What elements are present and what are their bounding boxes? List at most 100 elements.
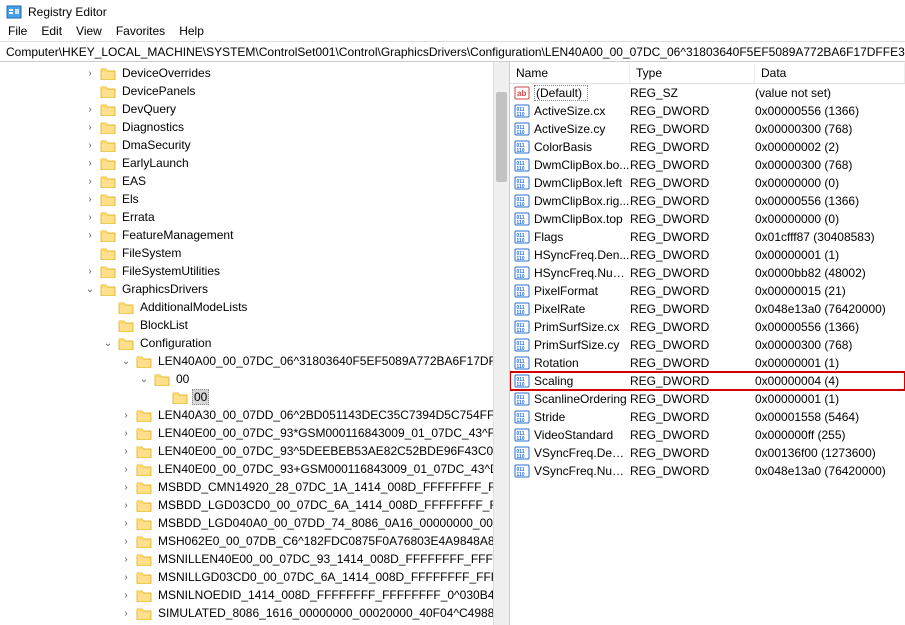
expander-closed-icon[interactable]: ›: [120, 553, 132, 565]
value-row[interactable]: 011110StrideREG_DWORD0x00001558 (5464): [510, 408, 905, 426]
value-row[interactable]: 011110DwmClipBox.topREG_DWORD0x00000000 …: [510, 210, 905, 228]
tree-item[interactable]: › MSNILLGD03CD0_00_07DC_6A_1414_008D_FFFF…: [116, 568, 493, 586]
expander-closed-icon[interactable]: ›: [84, 211, 96, 223]
tree-item[interactable]: ›DeviceOverrides: [80, 64, 493, 82]
tree-item-label: Errata: [120, 210, 157, 224]
menu-help[interactable]: Help: [179, 24, 204, 37]
tree-item[interactable]: BlockList: [98, 316, 493, 334]
menu-file[interactable]: File: [8, 24, 27, 37]
expander-closed-icon[interactable]: ›: [120, 517, 132, 529]
tree-item[interactable]: ›DevQuery: [80, 100, 493, 118]
value-row[interactable]: 011110HSyncFreq.Num...REG_DWORD0x0000bb8…: [510, 264, 905, 282]
col-header-data[interactable]: Data: [755, 63, 905, 83]
expander-closed-icon[interactable]: ›: [84, 121, 96, 133]
scrollbar-thumb[interactable]: [496, 92, 507, 182]
expander-closed-icon[interactable]: ›: [84, 157, 96, 169]
value-row[interactable]: 011110PixelRateREG_DWORD0x048e13a0 (7642…: [510, 300, 905, 318]
tree-item[interactable]: ›MSBDD_LGD03CD0_00_07DC_6A_1414_008D_FFF…: [116, 496, 493, 514]
value-name: VSyncFreq.Deno...: [534, 446, 630, 460]
tree-item[interactable]: ⌄LEN40A00_00_07DC_06^31803640F5EF5089A77…: [116, 352, 493, 370]
expander-open-icon[interactable]: ⌄: [102, 337, 114, 349]
tree-item-selected[interactable]: 00: [152, 388, 493, 406]
expander-closed-icon[interactable]: ›: [120, 571, 132, 583]
value-row[interactable]: 011110PixelFormatREG_DWORD0x00000015 (21…: [510, 282, 905, 300]
value-type: REG_DWORD: [630, 302, 755, 316]
expander-closed-icon[interactable]: ›: [84, 229, 96, 241]
value-name: PrimSurfSize.cx: [534, 320, 630, 334]
tree-scrollbar[interactable]: [493, 62, 509, 625]
expander-closed-icon[interactable]: ›: [120, 607, 132, 619]
tree-item-label: MSNILLGD03CD0_00_07DC_6A_1414_008D_FFFFF…: [156, 570, 493, 584]
svg-text:110: 110: [517, 400, 525, 406]
expander-closed-icon[interactable]: ›: [120, 499, 132, 511]
value-row[interactable]: 011110ActiveSize.cyREG_DWORD0x00000300 (…: [510, 120, 905, 138]
expander-closed-icon[interactable]: ›: [120, 481, 132, 493]
tree-item[interactable]: ⌄00: [134, 370, 493, 388]
tree-item[interactable]: ›LEN40E00_00_07DC_93^5DEEBEB53AE82C52BDE…: [116, 442, 493, 460]
tree-item-configuration[interactable]: ⌄Configuration: [98, 334, 493, 352]
expander-closed-icon[interactable]: ›: [120, 445, 132, 457]
tree-item[interactable]: ›FileSystemUtilities: [80, 262, 493, 280]
tree-item[interactable]: FileSystem: [80, 244, 493, 262]
tree-item[interactable]: ›MSNILLEN40E00_00_07DC_93_1414_008D_FFFF…: [116, 550, 493, 568]
tree-item[interactable]: ›MSH062E0_00_07DB_C6^182FDC0875F0A76803E…: [116, 532, 493, 550]
tree-item[interactable]: ›EAS: [80, 172, 493, 190]
value-row[interactable]: ab(Default)REG_SZ(value not set): [510, 84, 905, 102]
tree-item[interactable]: ›SIMULATED_8086_1616_00000000_00020000_4…: [116, 604, 493, 622]
tree-item-graphicsdrivers[interactable]: ⌄GraphicsDrivers: [80, 280, 493, 298]
value-row[interactable]: 011110FlagsREG_DWORD0x01cfff87 (30408583…: [510, 228, 905, 246]
expander-closed-icon[interactable]: ›: [120, 535, 132, 547]
expander-closed-icon[interactable]: ›: [120, 463, 132, 475]
tree-item[interactable]: ›LEN40E00_00_07DC_93*GSM000116843009_01_…: [116, 424, 493, 442]
tree-item[interactable]: ›FeatureManagement: [80, 226, 493, 244]
tree-item[interactable]: DevicePanels: [80, 82, 493, 100]
value-type: REG_DWORD: [630, 446, 755, 460]
menu-edit[interactable]: Edit: [41, 24, 62, 37]
tree-item[interactable]: ›Diagnostics: [80, 118, 493, 136]
tree-item[interactable]: ›MSNILNOEDID_1414_008D_FFFFFFFF_FFFFFFFF…: [116, 586, 493, 604]
expander-closed-icon[interactable]: ›: [84, 265, 96, 277]
value-row[interactable]: 011110DwmClipBox.bo...REG_DWORD0x0000030…: [510, 156, 905, 174]
value-row[interactable]: 011110PrimSurfSize.cxREG_DWORD0x00000556…: [510, 318, 905, 336]
expander-open-icon[interactable]: ⌄: [84, 283, 96, 295]
tree-item[interactable]: ›MSBDD_LGD040A0_00_07DD_74_8086_0A16_000…: [116, 514, 493, 532]
value-row[interactable]: 011110ScalingREG_DWORD0x00000004 (4): [510, 372, 905, 390]
expander-open-icon[interactable]: ⌄: [138, 373, 150, 385]
menu-favorites[interactable]: Favorites: [116, 24, 165, 37]
tree-item[interactable]: AdditionalModeLists: [98, 298, 493, 316]
value-data: 0x00000556 (1366): [755, 194, 905, 208]
col-header-name[interactable]: Name: [510, 63, 630, 83]
value-row[interactable]: 011110ActiveSize.cxREG_DWORD0x00000556 (…: [510, 102, 905, 120]
tree-item[interactable]: ›MSBDD_CMN14920_28_07DC_1A_1414_008D_FFF…: [116, 478, 493, 496]
value-row[interactable]: 011110DwmClipBox.leftREG_DWORD0x00000000…: [510, 174, 905, 192]
expander-closed-icon[interactable]: ›: [84, 103, 96, 115]
value-row[interactable]: 011110VSyncFreq.Deno...REG_DWORD0x00136f…: [510, 444, 905, 462]
menu-view[interactable]: View: [76, 24, 102, 37]
tree-item[interactable]: › Errata: [80, 208, 493, 226]
expander-closed-icon[interactable]: ›: [84, 139, 96, 151]
value-row[interactable]: 011110ScanlineOrderingREG_DWORD0x0000000…: [510, 390, 905, 408]
value-row[interactable]: 011110ColorBasisREG_DWORD0x00000002 (2): [510, 138, 905, 156]
tree-item[interactable]: ›LEN40E00_00_07DC_93+GSM000116843009_01_…: [116, 460, 493, 478]
value-row[interactable]: 011110RotationREG_DWORD0x00000001 (1): [510, 354, 905, 372]
value-row[interactable]: 011110VSyncFreq.Num...REG_DWORD0x048e13a…: [510, 462, 905, 480]
svg-text:110: 110: [517, 292, 525, 298]
address-bar[interactable]: Computer\HKEY_LOCAL_MACHINE\SYSTEM\Contr…: [0, 42, 905, 62]
expander-open-icon[interactable]: ⌄: [120, 355, 132, 367]
expander-closed-icon[interactable]: ›: [84, 193, 96, 205]
value-row[interactable]: 011110VideoStandardREG_DWORD0x000000ff (…: [510, 426, 905, 444]
value-row[interactable]: 011110PrimSurfSize.cyREG_DWORD0x00000300…: [510, 336, 905, 354]
expander-closed-icon[interactable]: ›: [84, 175, 96, 187]
expander-closed-icon[interactable]: ›: [84, 67, 96, 79]
expander-closed-icon[interactable]: ›: [120, 589, 132, 601]
tree-item[interactable]: ›LEN40A30_00_07DD_06^2BD051143DEC35C7394…: [116, 406, 493, 424]
expander-closed-icon[interactable]: ›: [120, 409, 132, 421]
value-name: PrimSurfSize.cy: [534, 338, 630, 352]
value-row[interactable]: 011110DwmClipBox.rig...REG_DWORD0x000005…: [510, 192, 905, 210]
tree-item[interactable]: ›Els: [80, 190, 493, 208]
tree-item[interactable]: ›DmaSecurity: [80, 136, 493, 154]
expander-closed-icon[interactable]: ›: [120, 427, 132, 439]
tree-item[interactable]: ›EarlyLaunch: [80, 154, 493, 172]
value-row[interactable]: 011110HSyncFreq.Den...REG_DWORD0x0000000…: [510, 246, 905, 264]
col-header-type[interactable]: Type: [630, 63, 755, 83]
